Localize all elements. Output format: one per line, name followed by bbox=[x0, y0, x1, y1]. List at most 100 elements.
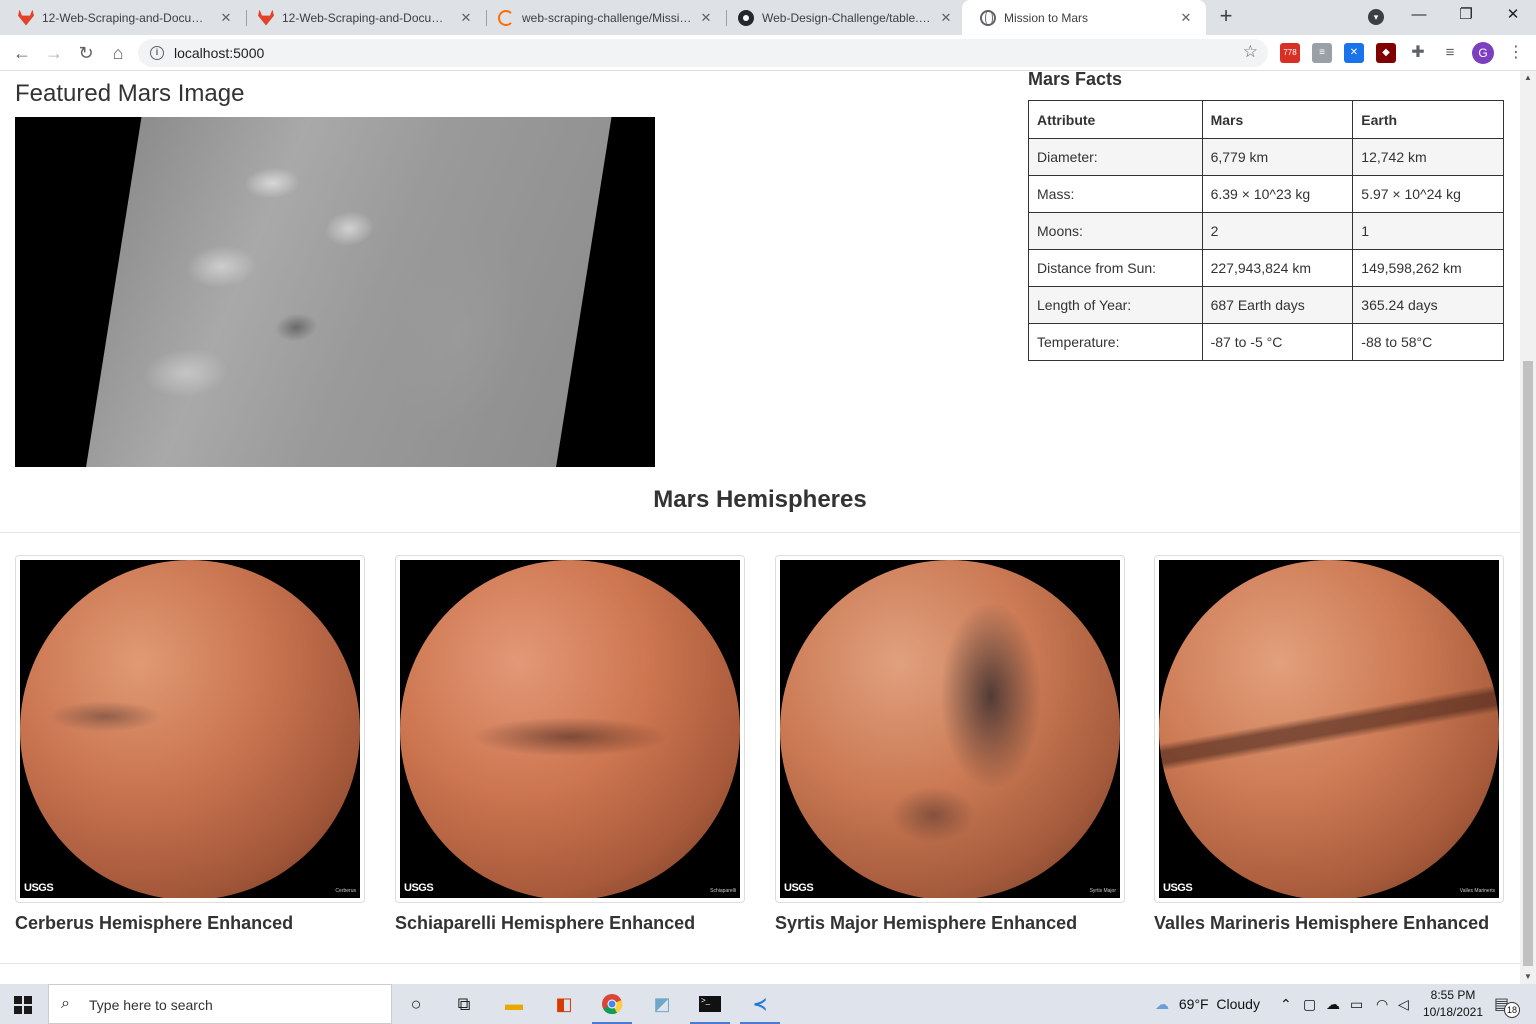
scroll-down-arrow-icon[interactable]: ▼ bbox=[1520, 970, 1536, 984]
hemisphere-thumbnail[interactable]: USGS Syrtis Major bbox=[775, 555, 1125, 903]
close-window-button[interactable]: ✕ bbox=[1490, 0, 1536, 32]
close-icon[interactable]: ✕ bbox=[698, 10, 714, 26]
menu-icon[interactable]: ⋮ bbox=[1508, 42, 1524, 62]
hemisphere-caption: Schiaparelli Hemisphere Enhanced bbox=[395, 913, 696, 933]
scrollbar-thumb[interactable] bbox=[1523, 361, 1533, 966]
table-cell: 2 bbox=[1201, 212, 1354, 250]
github-icon bbox=[738, 9, 754, 26]
divider bbox=[0, 963, 1520, 964]
tab-search-icon[interactable]: ▾ bbox=[1368, 9, 1384, 25]
table-cell: 5.97 × 10^24 kg bbox=[1352, 175, 1504, 213]
table-cell: -88 to 58°C bbox=[1352, 323, 1504, 361]
table-cell: 12,742 km bbox=[1352, 138, 1504, 176]
wifi-icon[interactable]: ◠ bbox=[1376, 984, 1388, 1024]
table-header: Attribute bbox=[1028, 100, 1203, 139]
table-cell: Diameter: bbox=[1028, 138, 1203, 176]
weather-widget[interactable]: ☁ 69°F Cloudy bbox=[1155, 984, 1260, 1024]
table-row: Distance from Sun: 227,943,824 km 149,59… bbox=[1028, 249, 1504, 287]
hemisphere-card-cerberus: USGS Cerberus Cerberus Hemisphere Enhanc… bbox=[15, 555, 365, 934]
forward-arrow-icon[interactable]: → bbox=[40, 39, 68, 67]
featured-mars-image[interactable] bbox=[15, 117, 655, 467]
terminal-icon[interactable]: >_ bbox=[696, 990, 724, 1018]
bookmark-star-icon[interactable]: ☆ bbox=[1243, 42, 1258, 62]
browser-tab-active[interactable]: Mission to Mars ✕ bbox=[962, 0, 1206, 35]
office-icon[interactable]: ◧ bbox=[550, 990, 578, 1018]
info-icon[interactable]: i bbox=[150, 46, 164, 60]
table-cell: Temperature: bbox=[1028, 323, 1203, 361]
windows-taskbar: ⌕ Type here to search ○ ⧉ ▬ ◧ ◩ >_ ≺ ☁ 6… bbox=[0, 984, 1536, 1024]
notification-center-icon[interactable]: ▤ 18 bbox=[1494, 994, 1520, 1018]
chrome-icon[interactable] bbox=[598, 990, 626, 1018]
gmail-extension-icon[interactable]: 778 bbox=[1280, 43, 1300, 63]
battery-icon[interactable]: ▭ bbox=[1350, 984, 1363, 1024]
windows-start-icon[interactable] bbox=[14, 996, 32, 1014]
extensions-puzzle-icon[interactable]: ✚ bbox=[1408, 43, 1428, 63]
usgs-logo: USGS bbox=[404, 882, 434, 894]
vscode-extension-icon[interactable]: ✕ bbox=[1344, 43, 1364, 63]
browser-tab-bar: 12-Web-Scraping-and-Documen ✕ 12-Web-Scr… bbox=[0, 0, 1536, 35]
show-hidden-icons-icon[interactable]: ⌃ bbox=[1280, 984, 1292, 1024]
hemisphere-thumbnail[interactable]: USGS Valles Marineris bbox=[1154, 555, 1504, 903]
app-icon[interactable]: ◩ bbox=[648, 990, 676, 1018]
table-cell: Length of Year: bbox=[1028, 286, 1203, 324]
volume-icon[interactable]: ◁ bbox=[1398, 984, 1409, 1024]
hemisphere-card-valles-marineris: USGS Valles Marineris Valles Marineris H… bbox=[1154, 555, 1504, 934]
mars-facts-table: Attribute Mars Earth Diameter: 6,779 km … bbox=[1028, 100, 1504, 361]
globe-icon bbox=[980, 9, 996, 26]
extension-badge: 778 bbox=[1283, 48, 1297, 57]
usgs-logo: USGS bbox=[1163, 882, 1193, 894]
restore-button[interactable]: ❐ bbox=[1443, 0, 1489, 32]
profile-avatar[interactable]: G bbox=[1472, 42, 1494, 64]
mars-surface-strip bbox=[82, 117, 614, 467]
table-cell: 6.39 × 10^23 kg bbox=[1201, 175, 1354, 213]
reload-icon[interactable]: ↻ bbox=[72, 39, 100, 67]
new-tab-button[interactable]: + bbox=[1214, 5, 1238, 29]
table-cell: Distance from Sun: bbox=[1028, 249, 1203, 287]
loading-spinner-icon bbox=[498, 9, 514, 26]
browser-tab[interactable]: 12-Web-Scraping-and-Documen ✕ bbox=[0, 0, 246, 35]
table-header: Mars bbox=[1201, 100, 1354, 139]
hemisphere-thumbnail[interactable]: USGS Cerberus bbox=[15, 555, 365, 903]
hemisphere-thumbnail[interactable]: USGS Schiaparelli bbox=[395, 555, 745, 903]
search-placeholder: Type here to search bbox=[89, 997, 213, 1013]
cloud-icon: ☁ bbox=[1155, 996, 1169, 1012]
minimize-button[interactable]: — bbox=[1396, 0, 1442, 32]
vertical-scrollbar[interactable]: ▲ ▼ bbox=[1520, 71, 1536, 984]
scroll-up-arrow-icon[interactable]: ▲ bbox=[1520, 71, 1536, 85]
table-row: Temperature: -87 to -5 °C -88 to 58°C bbox=[1028, 323, 1504, 361]
mars-globe bbox=[20, 560, 360, 898]
home-icon[interactable]: ⌂ bbox=[104, 39, 132, 67]
close-icon[interactable]: ✕ bbox=[938, 10, 954, 26]
vscode-icon[interactable]: ≺ bbox=[746, 990, 774, 1018]
mars-globe bbox=[1159, 560, 1499, 898]
browser-tab[interactable]: 12-Web-Scraping-and-Documen ✕ bbox=[240, 0, 486, 35]
meet-now-icon[interactable]: ▢ bbox=[1303, 984, 1316, 1024]
browser-tab[interactable]: web-scraping-challenge/Mission ✕ bbox=[480, 0, 726, 35]
onedrive-icon[interactable]: ☁ bbox=[1326, 984, 1340, 1024]
ublock-icon[interactable]: ◆ bbox=[1376, 43, 1396, 63]
hemisphere-image: USGS Cerberus bbox=[20, 560, 360, 898]
search-icon: ⌕ bbox=[61, 995, 70, 1012]
table-row: Moons: 2 1 bbox=[1028, 212, 1504, 250]
file-explorer-icon[interactable]: ▬ bbox=[500, 990, 528, 1018]
notification-count-badge: 18 bbox=[1504, 1002, 1520, 1018]
reading-list-icon[interactable]: ≡ bbox=[1440, 43, 1460, 63]
browser-tab[interactable]: Web-Design-Challenge/table.htm ✕ bbox=[720, 0, 966, 35]
close-icon[interactable]: ✕ bbox=[458, 10, 474, 26]
tab-title: web-scraping-challenge/Mission bbox=[522, 10, 692, 25]
close-icon[interactable]: ✕ bbox=[1178, 10, 1194, 26]
task-view-icon[interactable]: ⧉ bbox=[450, 990, 478, 1018]
address-bar[interactable]: i localhost:5000 ☆ bbox=[138, 39, 1268, 67]
extension-icon[interactable]: ≡ bbox=[1312, 43, 1332, 63]
cortana-icon[interactable]: ○ bbox=[402, 990, 430, 1018]
back-arrow-icon[interactable]: ← bbox=[8, 39, 36, 67]
clock-date: 10/18/2021 bbox=[1422, 1005, 1484, 1019]
featured-image-title: Featured Mars Image bbox=[15, 80, 245, 107]
close-icon[interactable]: ✕ bbox=[218, 10, 234, 26]
mars-globe bbox=[780, 560, 1120, 898]
hemisphere-card-schiaparelli: USGS Schiaparelli Schiaparelli Hemispher… bbox=[395, 555, 745, 934]
taskbar-search-box[interactable]: ⌕ Type here to search bbox=[48, 984, 392, 1024]
system-clock[interactable]: 8:55 PM 10/18/2021 bbox=[1418, 987, 1488, 1021]
table-row: Diameter: 6,779 km 12,742 km bbox=[1028, 138, 1504, 176]
table-cell: 227,943,824 km bbox=[1201, 249, 1354, 287]
